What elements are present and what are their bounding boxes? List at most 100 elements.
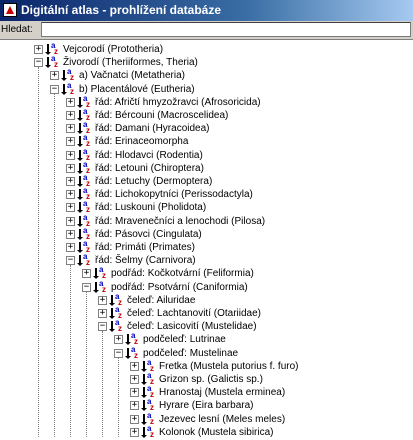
window-title: Digitální atlas - prohlížení databáze [21,3,222,17]
collapse-icon[interactable]: − [114,349,123,358]
expand-icon[interactable]: + [130,388,139,397]
collapse-icon[interactable]: − [98,322,107,331]
tree-node-label: řád: Primáti (Primates) [95,242,196,253]
tree-node-label: Vejcorodí (Prototheria) [63,44,164,55]
tree-connector [38,67,39,437]
tree-node[interactable]: − a z b) Placentálové (Eutheria) [50,82,195,96]
tree-node[interactable]: + a z řád: Bércouni (Macroscelidea) [66,108,229,122]
tree-node[interactable]: + a z řád: Letuchy (Dermoptera) [66,174,213,188]
expand-icon[interactable]: + [66,190,75,199]
collapse-icon[interactable]: − [82,283,91,292]
tree-connector [102,331,103,437]
tree-node-label: podčeleď: Mustelinae [143,348,239,359]
tree-connector [86,292,87,437]
tree-node-label: Fretka (Mustela putorius f. furo) [159,361,299,372]
tree-node[interactable]: + a z Jezevec lesní (Meles meles) [130,412,286,426]
expand-icon[interactable]: + [34,45,43,54]
sort-az-icon: az [109,319,124,333]
tree-node-label: Kolonok (Mustela sibirica) [159,427,274,438]
tree-node-label: b) Placentálové (Eutheria) [79,84,195,95]
tree-node-label: Hranostaj (Mustela erminea) [159,387,286,398]
app-icon[interactable] [3,3,17,17]
tree-node-label: podčeleď: Lutrinae [143,334,226,345]
tree-node-label: řád: Bércouni (Macroscelidea) [95,110,229,121]
tree-node-label: řád: Pásovci (Cingulata) [95,229,202,240]
tree-node-label: Grizon sp. (Galictis sp.) [159,374,263,385]
taxonomy-tree[interactable]: + a z Vejcorodí (Prototheria) − a z Živorodí (T… [0,43,413,440]
sort-az-icon: az [93,280,108,294]
tree-node[interactable]: + a z podřád: Kočkotvární (Feliformia) [82,266,254,280]
tree-node[interactable]: + a z čeleď: Lachtanovití (Otariidae) [98,306,261,320]
expand-icon[interactable]: + [66,243,75,252]
expand-icon[interactable]: + [130,415,139,424]
expand-icon[interactable]: + [66,203,75,212]
tree-node-label: čeleď: Ailuridae [127,295,196,306]
sort-az-icon: az [45,55,60,69]
expand-icon[interactable]: + [66,111,75,120]
tree-node[interactable]: + a z řád: Afričtí hmyzožravci (Afrosoricid… [66,95,261,109]
tree-node-label: čeleď: Lachtanovití (Otariidae) [127,308,261,319]
expand-icon[interactable]: + [130,362,139,371]
collapse-icon[interactable]: − [66,256,75,265]
title-bar[interactable]: Digitální atlas - prohlížení databáze [0,0,413,21]
tree-node-label: podřád: Kočkotvární (Feliformia) [111,268,254,279]
tree-node-label: podřád: Psotvární (Caniformia) [111,282,248,293]
expand-icon[interactable]: + [114,335,123,344]
tree-node[interactable]: + a z čeleď: Ailuridae [98,293,196,307]
tree-node[interactable]: − a z podřád: Psotvární (Caniformia) [82,280,248,294]
tree-node[interactable]: + a z řád: Mravenečníci a lenochodi (Pilosa… [66,214,266,228]
tree-node[interactable]: + a z Kolonok (Mustela sibirica) [130,425,274,439]
tree-node[interactable]: − a z čeleď: Lasicovití (Mustelidae) [98,319,257,333]
tree-connector [54,94,55,437]
tree-node-label: řád: Letouni (Chiroptera) [95,163,204,174]
tree-node[interactable]: − a z Živorodí (Theriiformes, Theria) [34,55,198,69]
tree-node[interactable]: + a z řád: Luskouni (Pholidota) [66,200,207,214]
tree-node-label: řád: Lichokopytníci (Perissodactyla) [95,189,253,200]
tree-node-label: řád: Luskouni (Pholidota) [95,202,207,213]
expand-icon[interactable]: + [66,151,75,160]
search-bar: Hledat: [0,21,413,40]
expand-icon[interactable]: + [50,71,59,80]
expand-icon[interactable]: + [98,309,107,318]
sort-az-icon: az [77,253,92,267]
expand-icon[interactable]: + [130,428,139,437]
expand-icon[interactable]: + [130,401,139,410]
sort-az-icon: az [61,82,76,96]
tree-node-label: řád: Letuchy (Dermoptera) [95,176,213,187]
tree-node-label: čeleď: Lasicovití (Mustelidae) [127,321,257,332]
expand-icon[interactable]: + [66,230,75,239]
search-input[interactable] [41,22,411,37]
tree-node-label: řád: Hlodavci (Rodentia) [95,150,203,161]
tree-node-label: řád: Šelmy (Carnivora) [95,255,196,266]
tree-node[interactable]: + a z řád: Lichokopytníci (Perissodactyla) [66,187,253,201]
tree-node-label: Hyrare (Eira barbara) [159,400,254,411]
tree-node-label: řád: Damani (Hyracoidea) [95,123,210,134]
tree-node[interactable]: + a z řád: Damani (Hyracoidea) [66,121,210,135]
tree-node[interactable]: + a z Hranostaj (Mustela erminea) [130,385,286,399]
collapse-icon[interactable]: − [50,85,59,94]
expand-icon[interactable]: + [82,269,91,278]
collapse-icon[interactable]: − [34,58,43,67]
expand-icon[interactable]: + [66,98,75,107]
tree-node[interactable]: − a z řád: Šelmy (Carnivora) [66,253,196,267]
tree-node[interactable]: − a z podčeleď: Mustelinae [114,346,239,360]
sort-az-icon: az [141,425,156,439]
tree-node-label: řád: Mravenečníci a lenochodi (Pilosa) [95,216,266,227]
expand-icon[interactable]: + [66,217,75,226]
sort-az-icon: az [125,346,140,360]
expand-icon[interactable]: + [130,375,139,384]
tree-connector [70,265,71,437]
expand-icon[interactable]: + [66,164,75,173]
tree-node-label: Živorodí (Theriiformes, Theria) [63,57,198,68]
tree-node-label: Jezevec lesní (Meles meles) [159,414,286,425]
tree-node-label: a) Vačnatci (Metatheria) [79,70,185,81]
search-label: Hledat: [1,24,33,35]
tree-node[interactable]: + a z Fretka (Mustela putorius f. furo) [130,359,299,373]
expand-icon[interactable]: + [66,137,75,146]
expand-icon[interactable]: + [98,296,107,305]
expand-icon[interactable]: + [66,177,75,186]
app-window: Digitální atlas - prohlížení databáze Hl… [0,0,413,440]
expand-icon[interactable]: + [66,124,75,133]
tree-connector [118,358,119,437]
tree-node-label: řád: Erinaceomorpha [95,136,189,147]
